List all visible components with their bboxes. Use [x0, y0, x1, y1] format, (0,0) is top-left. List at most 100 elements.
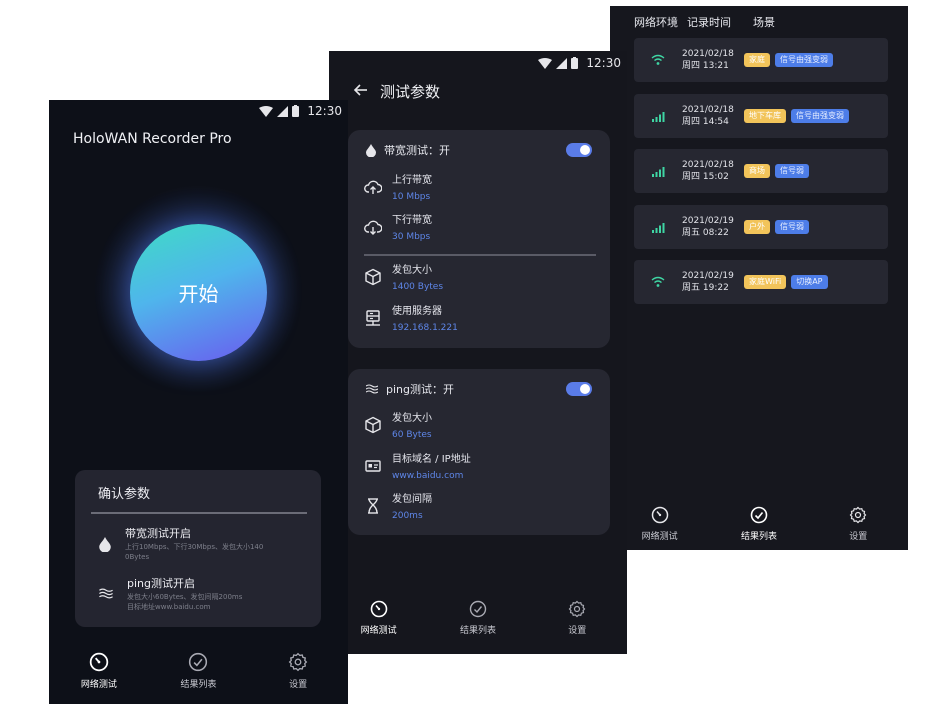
confirm-ping-item: ping测试开启 发包大小60Bytes、发包间隔200ms 目标地址www.b…: [99, 576, 305, 612]
cell-signal-icon: [634, 165, 682, 177]
bandwidth-toggle[interactable]: [566, 143, 592, 157]
ping-toggle[interactable]: [566, 382, 592, 396]
nav-label: 设置: [289, 680, 308, 690]
server-row[interactable]: 使用服务器 192.168.1.221: [364, 305, 594, 335]
item-desc: 上行10Mbps、下行30Mbps、发包大小140 0Bytes: [125, 543, 264, 561]
scene-tag: 地下车库: [744, 108, 786, 123]
record-datetime: 2021/02/18 周四 13:21: [682, 48, 744, 72]
record-row[interactable]: 2021/02/18 周四 14:54 地下车库 信号由强变弱: [634, 93, 888, 138]
back-button[interactable]: [353, 82, 369, 98]
nav-settings[interactable]: 设置: [537, 600, 617, 636]
cell-signal-icon: [634, 110, 682, 122]
ping-card: ping测试：开 发包大小 60 Bytes 目标域名 / IP地址 www.bai…: [348, 369, 610, 535]
page-title: 测试参数: [380, 83, 441, 101]
row-label: 下行带宽: [392, 215, 432, 226]
wave-lines-icon: [366, 384, 378, 394]
item-title: 带宽测试开启: [125, 527, 191, 540]
cell-signal-icon: [556, 57, 568, 69]
scene-tag: 户外: [744, 219, 770, 234]
header-scene: 场景: [753, 16, 775, 29]
nav-network-test[interactable]: 网络测试: [339, 600, 419, 636]
scene-tag: 信号由强变弱: [775, 53, 833, 67]
record-tags: 家庭WiFi 切换AP: [744, 275, 833, 289]
app-title: HoloWAN Recorder Pro: [73, 131, 232, 147]
gauge-icon: [370, 600, 387, 618]
ping-header-label: ping测试：开: [386, 383, 454, 396]
row-value: 10 Mbps: [392, 192, 431, 202]
drop-icon: [99, 537, 111, 552]
params-screen: 12:30 测试参数 带宽测试：开 上行带宽 10 Mbps 下行带宽 30 Mbp…: [329, 51, 627, 654]
ping-packet-size-row[interactable]: 发包大小 60 Bytes: [364, 412, 594, 442]
confirm-bandwidth-item: 带宽测试开启 上行10Mbps、下行30Mbps、发包大小140 0Bytes: [99, 526, 305, 562]
record-row[interactable]: 2021/02/19 周五 08:22 户外 信号弱: [634, 204, 888, 249]
nav-settings[interactable]: 设置: [818, 506, 898, 542]
scene-tag: 切换AP: [791, 275, 828, 289]
record-tags: 地下车库 信号由强变弱: [744, 108, 854, 123]
record-tags: 商场 信号弱: [744, 164, 814, 178]
nav-label: 设置: [849, 532, 868, 542]
record-date: 2021/02/19: [682, 215, 734, 226]
bottom-nav: 网络测试 结果列表 设置: [49, 652, 348, 700]
row-value: 1400 Bytes: [392, 282, 444, 292]
upload-bandwidth-row[interactable]: 上行带宽 10 Mbps: [364, 174, 594, 204]
divider: [91, 512, 307, 514]
wifi-icon: [538, 57, 553, 69]
download-bandwidth-row[interactable]: 下行带宽 30 Mbps: [364, 214, 594, 244]
cell-signal-icon: [277, 105, 289, 117]
row-label: 发包间隔: [392, 494, 432, 505]
interval-row[interactable]: 发包间隔 200ms: [364, 493, 594, 523]
bw-packet-size-row[interactable]: 发包大小 1400 Bytes: [364, 264, 594, 294]
nav-results[interactable]: 结果列表: [719, 506, 799, 542]
nav-label: 设置: [568, 626, 587, 636]
nav-results[interactable]: 结果列表: [438, 600, 518, 636]
gear-icon: [288, 652, 308, 672]
scene-tag: 信号由强变弱: [791, 108, 849, 123]
header-env: 网络环境: [634, 16, 678, 29]
row-label: 发包大小: [392, 413, 432, 424]
nav-results[interactable]: 结果列表: [158, 652, 238, 690]
item-desc: 发包大小60Bytes、发包间隔200ms: [127, 593, 243, 601]
target-row[interactable]: 目标域名 / IP地址 www.baidu.com: [364, 453, 594, 483]
confirm-card: 确认参数 带宽测试开启 上行10Mbps、下行30Mbps、发包大小140 0B…: [75, 470, 321, 627]
record-time: 周四 15:02: [682, 172, 729, 182]
nav-settings[interactable]: 设置: [258, 652, 338, 690]
row-value: 30 Mbps: [392, 232, 431, 242]
cube-icon: [365, 416, 381, 434]
home-screen: 12:30 HoloWAN Recorder Pro 开始 确认参数 带宽测试开…: [49, 100, 348, 704]
gauge-icon: [651, 506, 668, 524]
nav-label: 结果列表: [740, 532, 777, 542]
battery-icon: [571, 57, 579, 69]
status-time: 12:30: [586, 56, 621, 70]
nav-network-test[interactable]: 网络测试: [59, 652, 139, 690]
wifi-signal-icon: [634, 54, 682, 66]
bandwidth-header: 带宽测试：开: [366, 142, 450, 158]
nav-network-test[interactable]: 网络测试: [620, 506, 700, 542]
row-value: 192.168.1.221: [392, 323, 458, 333]
battery-icon: [292, 105, 300, 117]
check-circle-icon: [469, 600, 487, 618]
record-row[interactable]: 2021/02/18 周四 15:02 商场 信号弱: [634, 149, 888, 193]
bandwidth-card: 带宽测试：开 上行带宽 10 Mbps 下行带宽 30 Mbps 发包大小 1400 …: [348, 130, 610, 348]
start-button[interactable]: 开始: [130, 224, 267, 361]
nav-label: 结果列表: [459, 626, 496, 636]
scene-tag: 商场: [744, 164, 770, 178]
row-value: 60 Bytes: [392, 430, 432, 440]
id-card-icon: [365, 460, 381, 472]
record-row[interactable]: 2021/02/19 周五 19:22 家庭WiFi 切换AP: [634, 260, 888, 304]
item-desc: 目标地址www.baidu.com: [127, 603, 211, 611]
wave-lines-icon: [99, 588, 113, 599]
record-datetime: 2021/02/19 周五 19:22: [682, 270, 744, 294]
record-row[interactable]: 2021/02/18 周四 13:21 家庭 信号由强变弱: [634, 38, 888, 82]
record-time: 周五 08:22: [682, 227, 729, 238]
record-date: 2021/02/18: [682, 104, 734, 115]
gear-icon: [849, 506, 867, 524]
bottom-nav: 网络测试 结果列表 设置: [610, 506, 908, 546]
gauge-icon: [89, 652, 109, 672]
record-date: 2021/02/18: [682, 49, 734, 59]
hourglass-icon: [368, 498, 378, 514]
header-time: 记录时间: [687, 16, 731, 29]
check-circle-icon: [750, 506, 768, 524]
nav-label: 网络测试: [80, 680, 117, 690]
results-header: 网络环境 记录时间 场景: [634, 14, 775, 30]
cloud-upload-icon: [364, 180, 382, 194]
